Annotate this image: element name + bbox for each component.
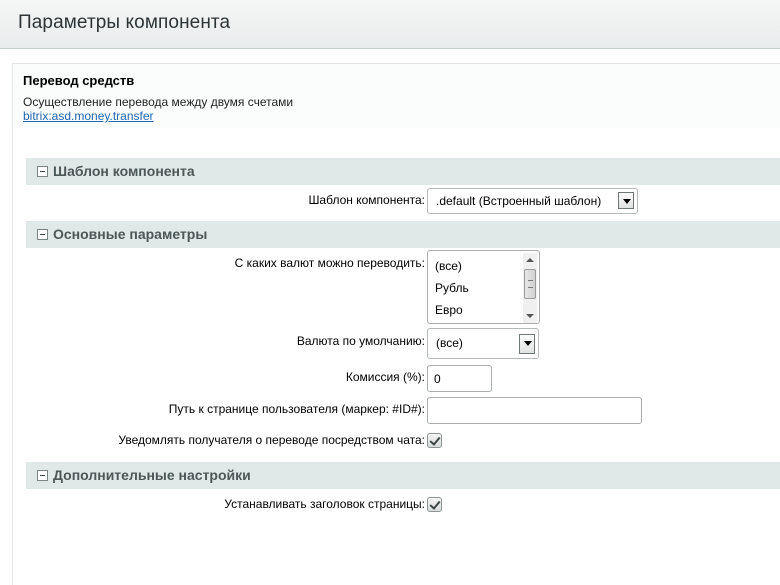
template-select-value: .default (Встроенный шаблон) <box>436 194 602 208</box>
chevron-down-icon[interactable] <box>618 192 634 209</box>
notify-checkbox[interactable] <box>427 433 442 448</box>
listbox-scrollbar[interactable] <box>523 253 537 323</box>
component-description: Осуществление перевода между двумя счета… <box>23 95 294 109</box>
dialog-title: Параметры компонента <box>18 12 231 33</box>
currency-option[interactable]: Евро <box>435 303 463 317</box>
set-title-label: Устанавливать заголовок страницы: <box>224 497 425 511</box>
component-code-link[interactable]: bitrix:asd.money.transfer <box>23 109 154 123</box>
scroll-down-icon[interactable] <box>523 309 537 323</box>
currencies-label: С каких валют можно переводить: <box>234 256 425 270</box>
currency-option[interactable]: Рубль <box>435 281 469 295</box>
component-info: Перевод средств Осуществление перевода м… <box>13 64 780 128</box>
template-label: Шаблон компонента: <box>308 193 425 207</box>
section-header-basic[interactable]: Основные параметры <box>26 221 780 248</box>
section-title-template: Шаблон компонента <box>53 163 195 179</box>
default-currency-value: (все) <box>436 336 463 350</box>
collapse-toggle-icon[interactable] <box>37 166 48 177</box>
dialog-title-bar: Параметры компонента <box>0 0 780 49</box>
scroll-up-icon[interactable] <box>523 253 537 267</box>
collapse-toggle-icon[interactable] <box>37 229 48 240</box>
template-select[interactable]: .default (Встроенный шаблон) <box>427 188 638 214</box>
section-header-extra[interactable]: Дополнительные настройки <box>26 462 780 489</box>
currencies-listbox[interactable]: (все) Рубль Евро <box>427 250 540 324</box>
user-path-label: Путь к странице пользователя (маркер: #I… <box>168 402 425 416</box>
dialog-content: Перевод средств Осуществление перевода м… <box>12 63 780 585</box>
scroll-thumb[interactable] <box>524 269 536 299</box>
default-currency-label: Валюта по умолчанию: <box>296 334 425 348</box>
currency-option[interactable]: (все) <box>435 259 462 273</box>
user-path-input[interactable] <box>427 397 642 424</box>
notify-label: Уведомлять получателя о переводе посредс… <box>118 433 425 447</box>
default-currency-select[interactable]: (все) <box>427 328 539 359</box>
component-name: Перевод средств <box>23 73 135 88</box>
section-title-extra: Дополнительные настройки <box>53 467 251 483</box>
set-title-checkbox[interactable] <box>427 497 442 512</box>
collapse-toggle-icon[interactable] <box>37 470 48 481</box>
chevron-down-icon[interactable] <box>519 334 535 354</box>
commission-input[interactable] <box>427 365 492 392</box>
section-header-template[interactable]: Шаблон компонента <box>26 158 780 185</box>
commission-label: Комиссия (%): <box>345 370 425 384</box>
section-title-basic: Основные параметры <box>53 226 208 242</box>
